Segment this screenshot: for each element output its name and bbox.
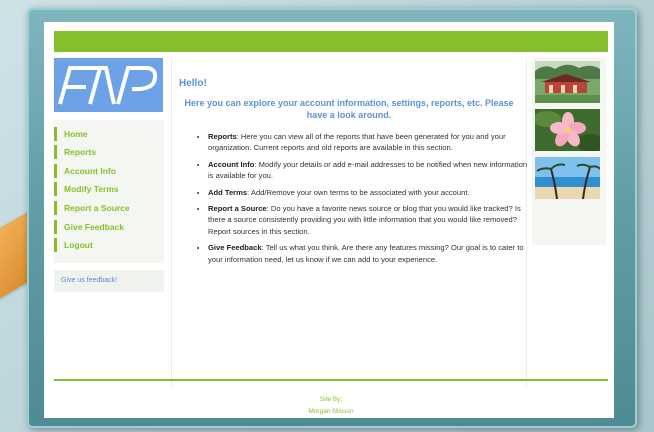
- intro-text: Here you can explore your account inform…: [184, 98, 514, 120]
- list-item: Add Terms: Add/Remove your own terms to …: [208, 187, 530, 198]
- list-item: Give Feedback: Tell us what you think. A…: [208, 242, 530, 265]
- list-item: Report a Source: Do you have a favorite …: [208, 203, 530, 237]
- temple-photo[interactable]: [535, 61, 600, 103]
- list-item: Account Info: Modify your details or add…: [208, 159, 530, 182]
- web-page: Home Reports Account Info Modify Terms R…: [44, 22, 614, 418]
- left-sidebar: Home Reports Account Info Modify Terms R…: [54, 58, 164, 292]
- flower-photo[interactable]: [535, 109, 600, 151]
- item-text: : Add/Remove your own terms to be associ…: [247, 187, 470, 197]
- nav-account-info-link[interactable]: Account Info: [54, 163, 164, 178]
- footer-divider: [54, 379, 608, 381]
- right-sidebar: [532, 58, 606, 245]
- feedback-link[interactable]: Give us feedback!: [54, 269, 164, 292]
- header-bar: [54, 31, 608, 52]
- item-text: : Here you can view all of the reports t…: [208, 132, 506, 153]
- item-title: Account Info: [208, 159, 255, 169]
- site-logo[interactable]: [54, 58, 163, 112]
- beach-photo[interactable]: [535, 157, 600, 199]
- nav-modify-terms-link[interactable]: Modify Terms: [54, 182, 164, 197]
- item-title: Give Feedback: [208, 243, 262, 253]
- footer-author-link[interactable]: Morgan Nilsson: [54, 406, 608, 418]
- item-text: : Modify your details or add e-mail addr…: [208, 159, 528, 181]
- footer-site-by: Site By:: [319, 396, 343, 403]
- sidebar-nav: Home Reports Account Info Modify Terms R…: [54, 120, 164, 263]
- nav-reports-link[interactable]: Reports: [54, 145, 164, 160]
- nav-home-link[interactable]: Home: [54, 126, 164, 141]
- main-content: Hello! Here you can explore your account…: [171, 58, 527, 388]
- nav-logout-link[interactable]: Logout: [54, 238, 164, 253]
- item-title: Report a Source: [208, 204, 267, 214]
- footer: Site By: Morgan Nilsson: [54, 394, 608, 418]
- feature-list: Reports: Here you can view all of the re…: [194, 131, 530, 270]
- nav-give-feedback-link[interactable]: Give Feedback: [54, 219, 164, 234]
- greeting-heading: Hello!: [179, 78, 207, 89]
- nav-report-source-link[interactable]: Report a Source: [54, 200, 164, 215]
- item-title: Reports: [208, 132, 237, 141]
- list-item: Reports: Here you can view all of the re…: [208, 131, 530, 154]
- item-title: Add Terms: [208, 187, 248, 197]
